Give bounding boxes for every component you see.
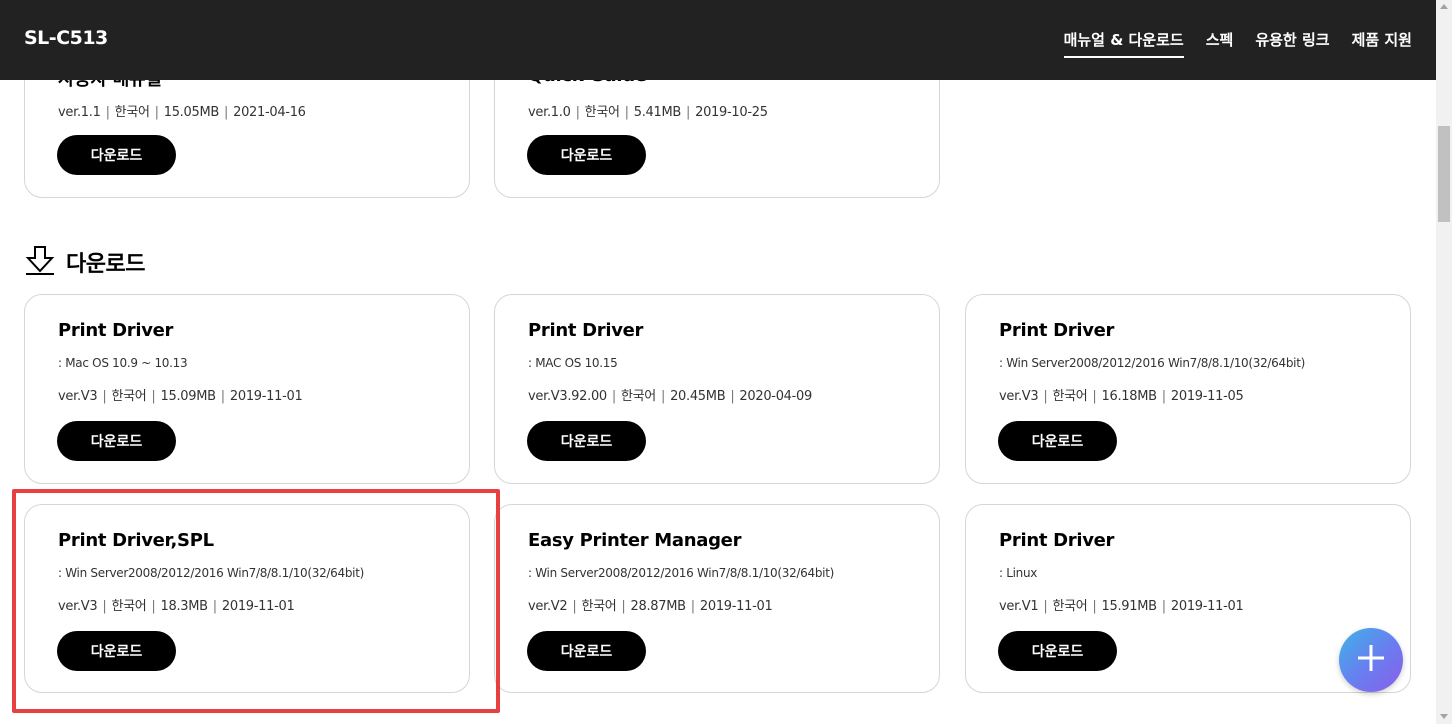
page-scrollbar[interactable]: [1436, 0, 1452, 724]
card-meta: ver.1.1 | 한국어 | 15.05MB | 2021-04-16: [58, 105, 306, 120]
nav-manual-download[interactable]: 매뉴얼 & 다운로드: [1063, 29, 1184, 58]
download-card: Easy Printer Manager : Win Server2008/20…: [494, 504, 940, 693]
card-date: 2019-11-01: [699, 599, 773, 614]
card-date: 2019-10-25: [695, 105, 768, 120]
card-date: 2019-11-05: [1170, 389, 1244, 404]
card-date: 2021-04-16: [233, 105, 306, 120]
download-button[interactable]: 다운로드: [527, 135, 646, 175]
card-size: 15.91MB: [1101, 599, 1158, 614]
scrollbar-down-arrow[interactable]: [1440, 714, 1448, 719]
card-os: : Win Server2008/2012/2016 Win7/8/8.1/10…: [999, 356, 1305, 370]
card-date: 2019-11-01: [229, 389, 303, 404]
card-date: 2019-11-01: [1170, 599, 1244, 614]
card-os: : Win Server2008/2012/2016 Win7/8/8.1/10…: [58, 566, 364, 580]
card-size: 15.05MB: [163, 105, 220, 120]
card-language: 한국어: [111, 389, 147, 404]
header-nav: 매뉴얼 & 다운로드 스펙 유용한 링크 제품 지원: [1063, 29, 1412, 58]
card-size: 5.41MB: [633, 105, 682, 120]
card-meta: ver.1.0 | 한국어 | 5.41MB | 2019-10-25: [528, 105, 768, 120]
card-title: Print Driver,SPL: [58, 530, 214, 551]
card-language: 한국어: [114, 105, 150, 120]
card-version: ver.V3: [58, 389, 98, 404]
download-button[interactable]: 다운로드: [57, 421, 176, 461]
card-date: 2019-11-01: [221, 599, 295, 614]
download-button[interactable]: 다운로드: [527, 421, 646, 461]
download-card: Print Driver,SPL : Win Server2008/2012/2…: [24, 504, 470, 693]
card-language: 한국어: [1052, 599, 1088, 614]
card-date: 2020-04-09: [739, 389, 812, 404]
card-language: 한국어: [581, 599, 617, 614]
card-title: Print Driver: [528, 320, 644, 341]
download-card: Print Driver : Mac OS 10.9 ~ 10.13 ver.V…: [24, 294, 470, 484]
product-model-title: SL-C513: [24, 27, 108, 49]
card-version: ver.V3: [999, 389, 1039, 404]
download-button[interactable]: 다운로드: [998, 631, 1117, 671]
card-size: 16.18MB: [1101, 389, 1158, 404]
page: 사용자 매뉴얼 ver.1.1|한국어|15.05MB|2021-04-16 다…: [0, 0, 1436, 724]
card-meta: ver.V3 | 한국어 | 16.18MB | 2019-11-05: [999, 389, 1244, 404]
card-version: ver.V3: [58, 599, 98, 614]
download-button[interactable]: 다운로드: [527, 631, 646, 671]
card-language: 한국어: [1052, 389, 1088, 404]
card-title: Easy Printer Manager: [528, 530, 742, 551]
download-button[interactable]: 다운로드: [57, 631, 176, 671]
download-button[interactable]: 다운로드: [57, 135, 176, 175]
card-os: : Mac OS 10.9 ~ 10.13: [58, 356, 188, 370]
card-version: ver.V2: [528, 599, 568, 614]
card-version: ver.1.0: [528, 105, 571, 120]
nav-product-support[interactable]: 제품 지원: [1352, 29, 1412, 58]
section-label: 다운로드: [66, 252, 145, 277]
download-button[interactable]: 다운로드: [998, 421, 1117, 461]
nav-useful-links[interactable]: 유용한 링크: [1255, 29, 1329, 58]
top-header: SL-C513 매뉴얼 & 다운로드 스펙 유용한 링크 제품 지원: [0, 0, 1436, 80]
card-version: ver.V1: [999, 599, 1039, 614]
card-os: : MAC OS 10.15: [528, 356, 618, 370]
download-arrow-icon: [24, 244, 56, 280]
downloads-section-title: 다운로드: [24, 244, 145, 280]
card-version: ver.V3.92.00: [528, 389, 607, 404]
scrollbar-thumb[interactable]: [1438, 126, 1450, 222]
card-os: : Win Server2008/2012/2016 Win7/8/8.1/10…: [528, 566, 834, 580]
floating-plus-button[interactable]: [1339, 628, 1403, 692]
card-meta: ver.V3.92.00 | 한국어 | 20.45MB | 2020-04-09: [528, 389, 812, 404]
card-size: 28.87MB: [630, 599, 687, 614]
card-language: 한국어: [620, 389, 656, 404]
card-os: : Linux: [999, 566, 1038, 580]
card-size: 15.09MB: [160, 389, 217, 404]
card-meta: ver.V3 | 한국어 | 18.3MB | 2019-11-01: [58, 599, 295, 614]
card-version: ver.1.1: [58, 105, 101, 120]
card-size: 20.45MB: [670, 389, 726, 404]
scrollbar-up-arrow[interactable]: [1440, 4, 1448, 9]
card-title: Print Driver: [999, 320, 1115, 341]
card-title: Print Driver: [999, 530, 1115, 551]
nav-spec[interactable]: 스펙: [1206, 29, 1234, 58]
card-language: 한국어: [584, 105, 620, 120]
card-meta: ver.V1 | 한국어 | 15.91MB | 2019-11-01: [999, 599, 1244, 614]
card-meta: ver.V2 | 한국어 | 28.87MB | 2019-11-01: [528, 599, 773, 614]
card-title: Print Driver: [58, 320, 174, 341]
download-card: Print Driver : MAC OS 10.15 ver.V3.92.00…: [494, 294, 940, 484]
download-card: Print Driver : Win Server2008/2012/2016 …: [965, 294, 1411, 484]
card-language: 한국어: [111, 599, 147, 614]
plus-icon: [1356, 643, 1386, 677]
card-size: 18.3MB: [160, 599, 209, 614]
card-meta: ver.V3 | 한국어 | 15.09MB | 2019-11-01: [58, 389, 303, 404]
